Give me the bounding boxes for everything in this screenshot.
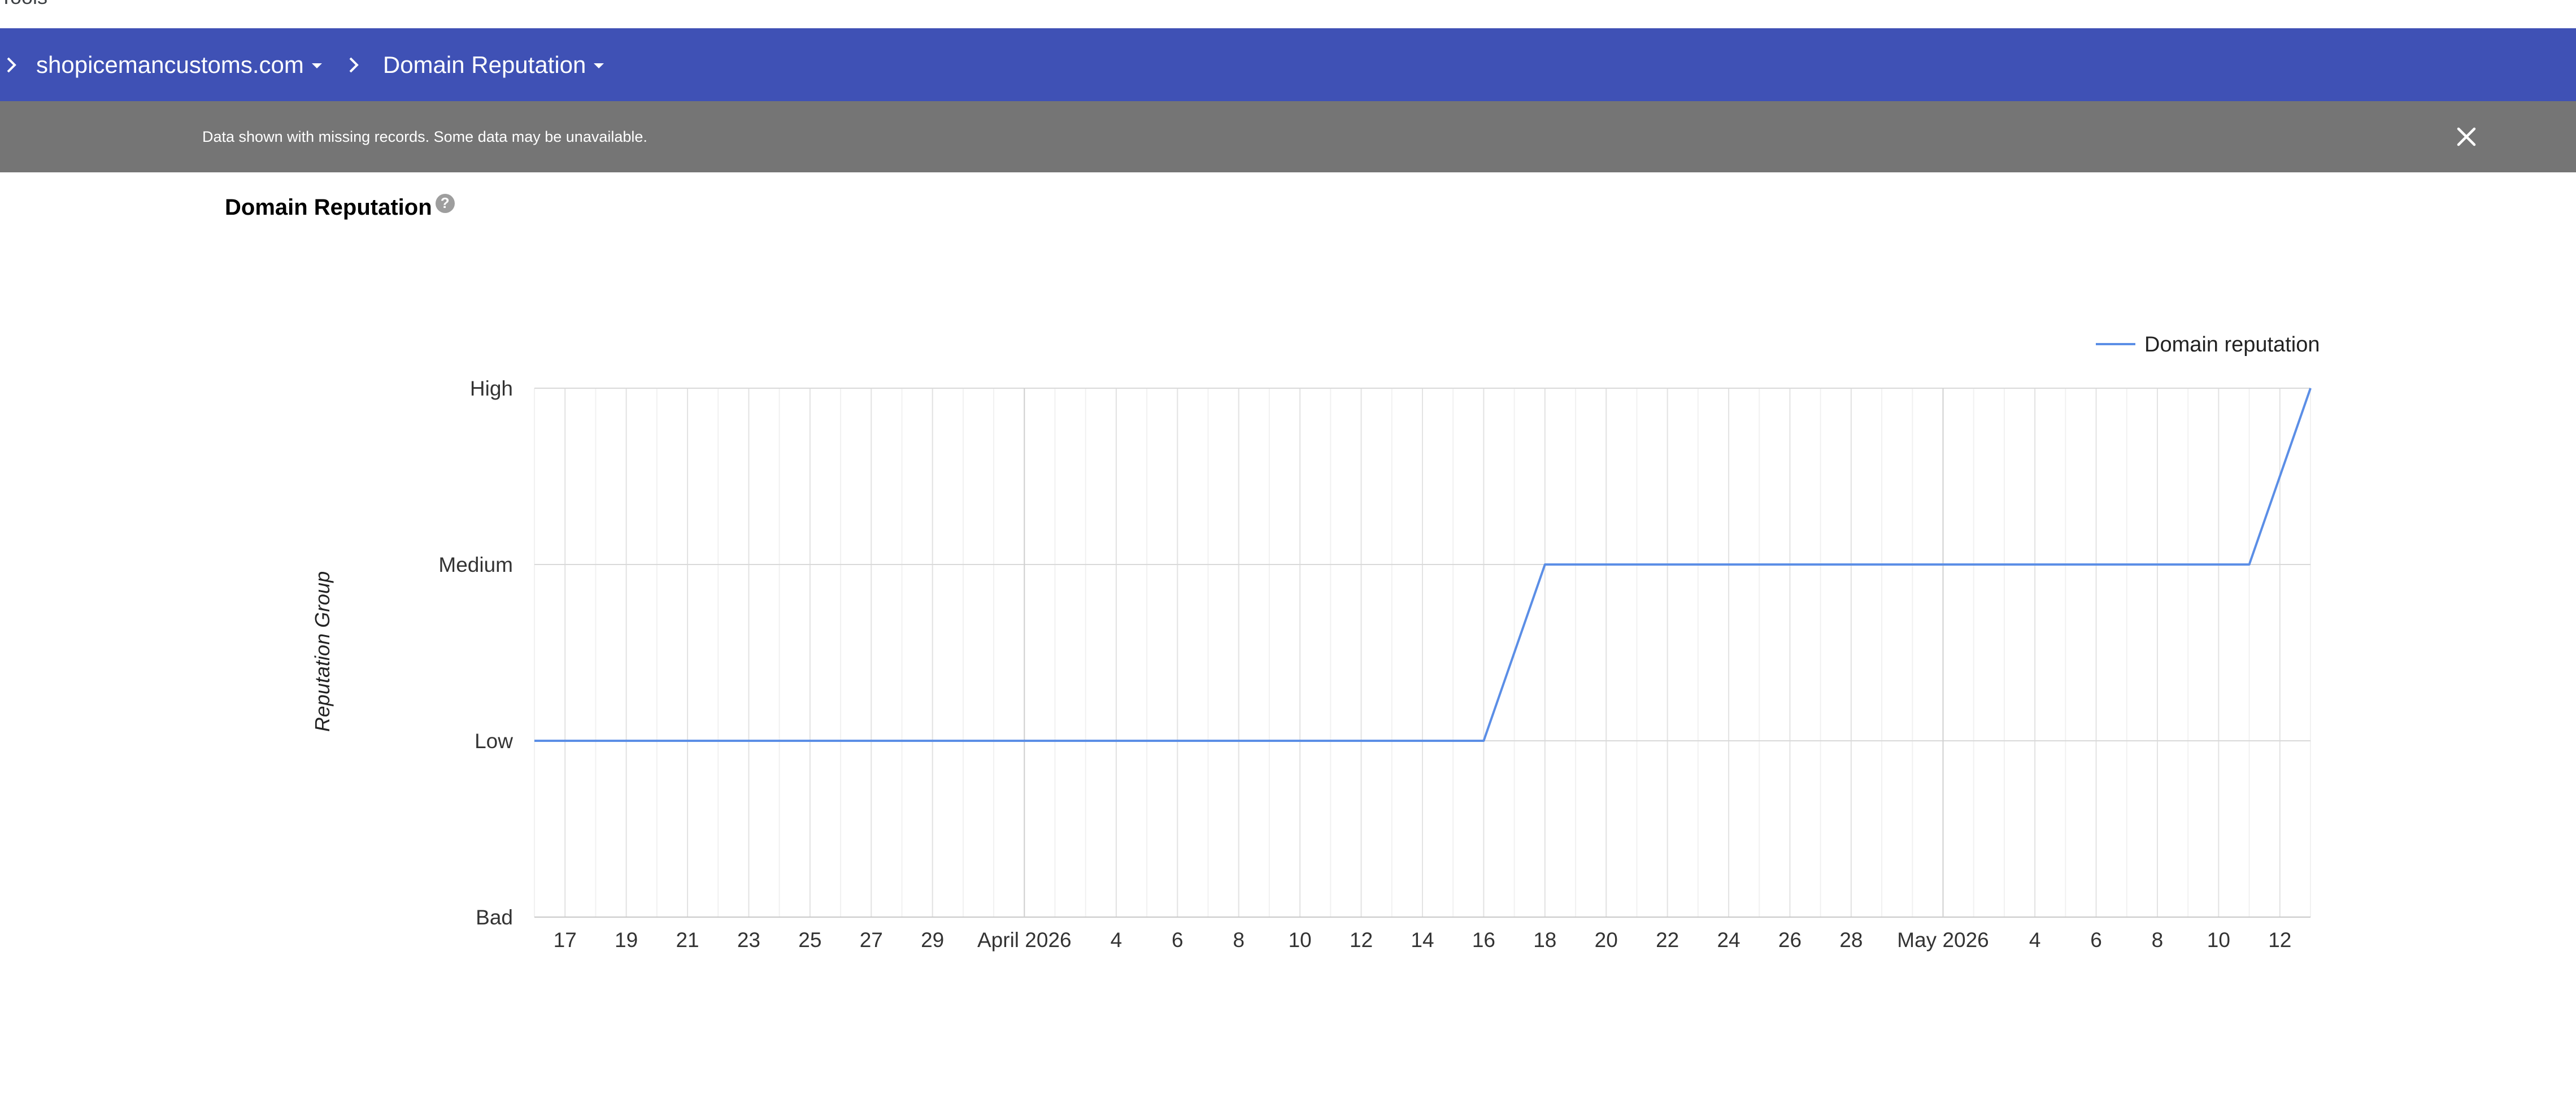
x-tick-label: 16 <box>1472 928 1495 952</box>
top-strip: Tools <box>0 0 2576 28</box>
reputation-chart: Bad Low Medium High 17 19 21 23 25 27 29 April 202… <box>311 333 2320 952</box>
caret-down-icon <box>594 63 604 68</box>
x-tick-label: 25 <box>798 928 821 952</box>
x-tick-label: 17 <box>554 928 577 952</box>
notice-banner: Data shown with missing records. Some da… <box>0 101 2576 172</box>
banner-message: Data shown with missing records. Some da… <box>202 128 647 145</box>
app-bar: shopicemancustoms.com Domain Reputation <box>0 28 2576 101</box>
x-tick-label: 8 <box>1233 928 1245 952</box>
x-tick-label: 19 <box>615 928 638 952</box>
y-tick-label: Bad <box>476 906 513 929</box>
x-tick-label: 6 <box>2090 928 2102 952</box>
x-tick-label: May 2026 <box>1897 928 1989 952</box>
close-icon[interactable] <box>2449 120 2483 154</box>
x-tick-label: 24 <box>1717 928 1740 952</box>
y-tick-label: Medium <box>438 553 513 576</box>
y-tick-label: High <box>470 377 513 400</box>
breadcrumb-report-label: Domain Reputation <box>382 51 586 78</box>
x-tick-label: 10 <box>1289 928 1312 952</box>
x-tick-label: 12 <box>1350 928 1373 952</box>
x-tick-label: 29 <box>921 928 944 952</box>
x-tick-label: 22 <box>1656 928 1679 952</box>
x-tick-label: 14 <box>1411 928 1434 952</box>
x-tick-label: 4 <box>2029 928 2041 952</box>
x-tick-label: 20 <box>1595 928 1618 952</box>
grid-minor <box>534 388 2311 917</box>
y-axis-ticks: Bad Low Medium High <box>438 377 513 929</box>
x-tick-label: 8 <box>2152 928 2164 952</box>
x-tick-label: 4 <box>1111 928 1122 952</box>
breadcrumb-domain-selector[interactable]: shopicemancustoms.com <box>36 51 322 79</box>
y-axis-title: Reputation Group <box>311 571 334 732</box>
breadcrumb-domain-label: shopicemancustoms.com <box>36 51 304 78</box>
x-tick-label: 28 <box>1839 928 1863 952</box>
legend-label: Domain reputation <box>2144 333 2320 357</box>
x-tick-label: 10 <box>2207 928 2230 952</box>
breadcrumb-report-selector[interactable]: Domain Reputation <box>383 51 604 79</box>
chevron-right-icon <box>342 54 365 76</box>
x-tick-label: 21 <box>676 928 699 952</box>
x-tick-label: 26 <box>1778 928 1802 952</box>
chevron-right-icon <box>0 54 23 76</box>
top-strip-text: Tools <box>0 0 47 9</box>
x-tick-label: 6 <box>1172 928 1183 952</box>
x-tick-label: 12 <box>2268 928 2291 952</box>
x-tick-label: 23 <box>737 928 760 952</box>
chart-legend: Domain reputation <box>2096 333 2320 357</box>
x-tick-label: April 2026 <box>977 928 1072 952</box>
x-axis-ticks: 17 19 21 23 25 27 29 April 2026 4 6 8 10 12 14 16 18 20 2… <box>554 928 2292 952</box>
x-tick-label: 18 <box>1533 928 1556 952</box>
caret-down-icon <box>311 63 322 68</box>
y-tick-label: Low <box>475 729 513 753</box>
x-tick-label: 27 <box>860 928 883 952</box>
